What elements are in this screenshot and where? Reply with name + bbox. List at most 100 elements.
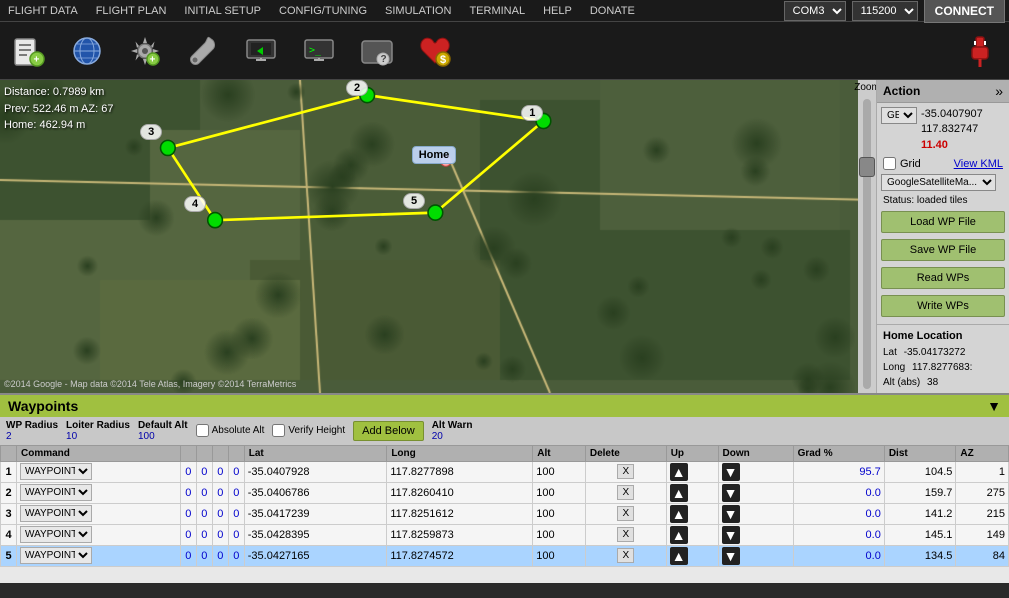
wp-p1-cell[interactable]: 0 [180,461,196,482]
menu-flight-data[interactable]: FLIGHT DATA [4,3,82,19]
load-wp-file-button[interactable]: Load WP File [881,211,1005,233]
wp-p3-cell[interactable]: 0 [212,482,228,503]
wp-cmd-select[interactable]: WAYPOINT [20,484,92,501]
menu-help[interactable]: HELP [539,3,576,19]
wp-alt-cell: 100 [533,503,586,524]
wp-delete-button[interactable]: X [617,464,634,479]
toolbar-config-icon[interactable]: + [124,30,166,72]
wp-p3-cell[interactable]: 0 [212,503,228,524]
wp-p2-cell[interactable]: 0 [196,524,212,545]
add-below-button[interactable]: Add Below [353,421,424,441]
wp-up-cell: ▲ [666,524,718,545]
wp-delete-button[interactable]: X [617,548,634,563]
view-kml-link[interactable]: View KML [954,158,1003,170]
wp-down-button[interactable]: ▼ [722,547,740,565]
wp-p3-cell[interactable]: 0 [212,524,228,545]
toolbar-wrench-icon[interactable] [182,30,224,72]
wp-p1-cell[interactable]: 0 [180,545,196,566]
grid-checkbox[interactable] [883,157,896,170]
geo-select[interactable]: GEO [881,107,917,124]
wp-lon-cell: 117.8260410 [387,482,533,503]
toolbar-simulation-icon[interactable] [240,30,282,72]
wp-p2-cell[interactable]: 0 [196,503,212,524]
menu-simulation[interactable]: SIMULATION [381,3,455,19]
save-wp-file-button[interactable]: Save WP File [881,239,1005,261]
wp-up-button[interactable]: ▲ [670,463,688,481]
wp-delete-button[interactable]: X [617,506,634,521]
toolbar-globe-icon[interactable] [66,30,108,72]
wp-num-cell: 5 [1,545,17,566]
wp-delete-button[interactable]: X [617,485,634,500]
wp-p4-cell[interactable]: 0 [228,461,244,482]
toolbar-terminal-icon[interactable]: >_ [298,30,340,72]
wp-table-container[interactable]: Command Lat Long Alt Delete Up Down Grad… [0,445,1009,583]
wp-p2-cell[interactable]: 0 [196,461,212,482]
connect-button[interactable]: CONNECT [924,0,1005,23]
alt-warn-label: Alt Warn [432,420,473,431]
wp-p2-cell[interactable]: 0 [196,545,212,566]
loiter-radius-value[interactable]: 10 [66,431,130,442]
wp-down-button[interactable]: ▼ [722,463,740,481]
col-up: Up [666,445,718,461]
wp-p1-cell[interactable]: 0 [180,503,196,524]
absolute-alt-checkbox[interactable] [196,424,209,437]
col-lon: Long [387,445,533,461]
map-area: Distance: 0.7989 km Prev: 522.46 m AZ: 6… [0,80,1009,393]
zoom-slider-track[interactable] [863,99,871,389]
alt-warn-value[interactable]: 20 [432,431,473,442]
wp-cmd-select[interactable]: WAYPOINT [20,547,92,564]
read-wps-button[interactable]: Read WPs [881,267,1005,289]
wp-p4-cell[interactable]: 0 [228,545,244,566]
wp-down-button[interactable]: ▼ [722,484,740,502]
wp-p3-cell[interactable]: 0 [212,545,228,566]
toolbar-connect-icon[interactable] [959,30,1001,72]
wp-p4-cell[interactable]: 0 [228,524,244,545]
toolbar-donate-icon[interactable]: $ [414,30,456,72]
action-expand-icon[interactable]: » [995,83,1003,99]
wp-p4-cell[interactable]: 0 [228,482,244,503]
wp-up-button[interactable]: ▲ [670,484,688,502]
wp-delete-button[interactable]: X [617,527,634,542]
com-port-select[interactable]: COM3 [784,1,846,21]
baud-rate-select[interactable]: 115200 [852,1,918,21]
verify-height-label: Verify Height [288,425,345,436]
wp-cmd-select[interactable]: WAYPOINT [20,463,92,480]
menu-donate[interactable]: DONATE [586,3,639,19]
zoom-slider-thumb[interactable] [859,157,875,177]
wp-p4-cell[interactable]: 0 [228,503,244,524]
wp-delete-cell: X [585,503,666,524]
toolbar-flight-data-icon[interactable]: + [8,30,50,72]
wp-p1-cell[interactable]: 0 [180,482,196,503]
menu-initial-setup[interactable]: INITIAL SETUP [180,3,265,19]
wp-p1-cell[interactable]: 0 [180,524,196,545]
wp-grad-cell: 0.0 [793,524,884,545]
map[interactable]: Distance: 0.7989 km Prev: 522.46 m AZ: 6… [0,80,876,393]
default-alt-value[interactable]: 100 [138,431,188,442]
menu-config-tuning[interactable]: CONFIG/TUNING [275,3,371,19]
wp-down-button[interactable]: ▼ [722,505,740,523]
menu-terminal[interactable]: TERMINAL [465,3,529,19]
wp-cmd-cell: WAYPOINT [17,461,181,482]
menu-flight-plan[interactable]: FLIGHT PLAN [92,3,171,19]
wp-up-button[interactable]: ▲ [670,526,688,544]
wp-radius-value[interactable]: 2 [6,431,58,442]
wp-up-button[interactable]: ▲ [670,547,688,565]
wp-p3-cell[interactable]: 0 [212,461,228,482]
coord-alt: 11.40 [921,138,983,153]
wp-down-button[interactable]: ▼ [722,526,740,544]
write-wps-button[interactable]: Write WPs [881,295,1005,317]
zoom-bar[interactable]: Zoom [858,80,876,393]
waypoints-title: Waypoints [8,398,78,414]
wp-p2-cell[interactable]: 0 [196,482,212,503]
table-row: 1 WAYPOINT 0 0 0 0 -35.0407928 117.82778… [1,461,1009,482]
wp-cmd-select[interactable]: WAYPOINT [20,505,92,522]
map-type-select[interactable]: GoogleSatelliteMa... [881,174,996,191]
verify-height-checkbox[interactable] [272,424,285,437]
menu-bar: FLIGHT DATA FLIGHT PLAN INITIAL SETUP CO… [0,0,1009,22]
wp-cmd-select[interactable]: WAYPOINT [20,526,92,543]
col-p3 [212,445,228,461]
wp-up-cell: ▲ [666,482,718,503]
wp-collapse-icon[interactable]: ▼ [987,398,1001,414]
wp-up-button[interactable]: ▲ [670,505,688,523]
toolbar-help-icon[interactable]: ? [356,30,398,72]
